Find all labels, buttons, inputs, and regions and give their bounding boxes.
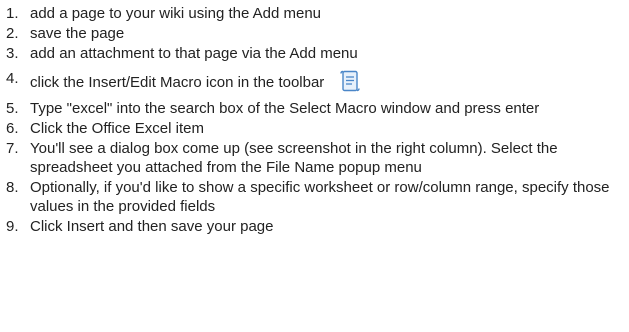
step-5: 5. Type "excel" into the search box of t… [6, 99, 623, 118]
instructions-page: 1. add a page to your wiki using the Add… [0, 0, 629, 332]
step-text: Optionally, if you'd like to show a spec… [30, 179, 610, 215]
step-8: 8. Optionally, if you'd like to show a s… [6, 178, 623, 216]
step-3: 3. add an attachment to that page via th… [6, 44, 623, 63]
step-text: Click Insert and then save your page [30, 218, 274, 235]
step-1: 1. add a page to your wiki using the Add… [6, 4, 623, 23]
step-number: 6. [6, 120, 19, 137]
step-number: 5. [6, 100, 19, 117]
step-text: add an attachment to that page via the A… [30, 45, 358, 62]
step-2: 2. save the page [6, 24, 623, 43]
step-text: Click the Office Excel item [30, 120, 204, 137]
step-number: 8. [6, 179, 19, 196]
macro-scroll-icon [338, 69, 362, 98]
step-number: 9. [6, 218, 19, 235]
step-7: 7. You'll see a dialog box come up (see … [6, 139, 623, 177]
step-9: 9. Click Insert and then save your page [6, 217, 623, 236]
step-number: 3. [6, 45, 19, 62]
step-text: add a page to your wiki using the Add me… [30, 5, 322, 22]
step-number: 7. [6, 140, 19, 157]
step-text: click the Insert/Edit Macro icon in the … [30, 74, 325, 91]
step-number: 4. [6, 70, 19, 87]
step-6: 6. Click the Office Excel item [6, 119, 623, 138]
step-text: You'll see a dialog box come up (see scr… [30, 140, 558, 176]
step-number: 1. [6, 5, 19, 22]
steps-list: 1. add a page to your wiki using the Add… [6, 4, 623, 236]
step-text: save the page [30, 25, 125, 42]
step-text: Type "excel" into the search box of the … [30, 100, 540, 117]
step-number: 2. [6, 25, 19, 42]
step-4: 4. click the Insert/Edit Macro icon in t… [6, 69, 623, 98]
